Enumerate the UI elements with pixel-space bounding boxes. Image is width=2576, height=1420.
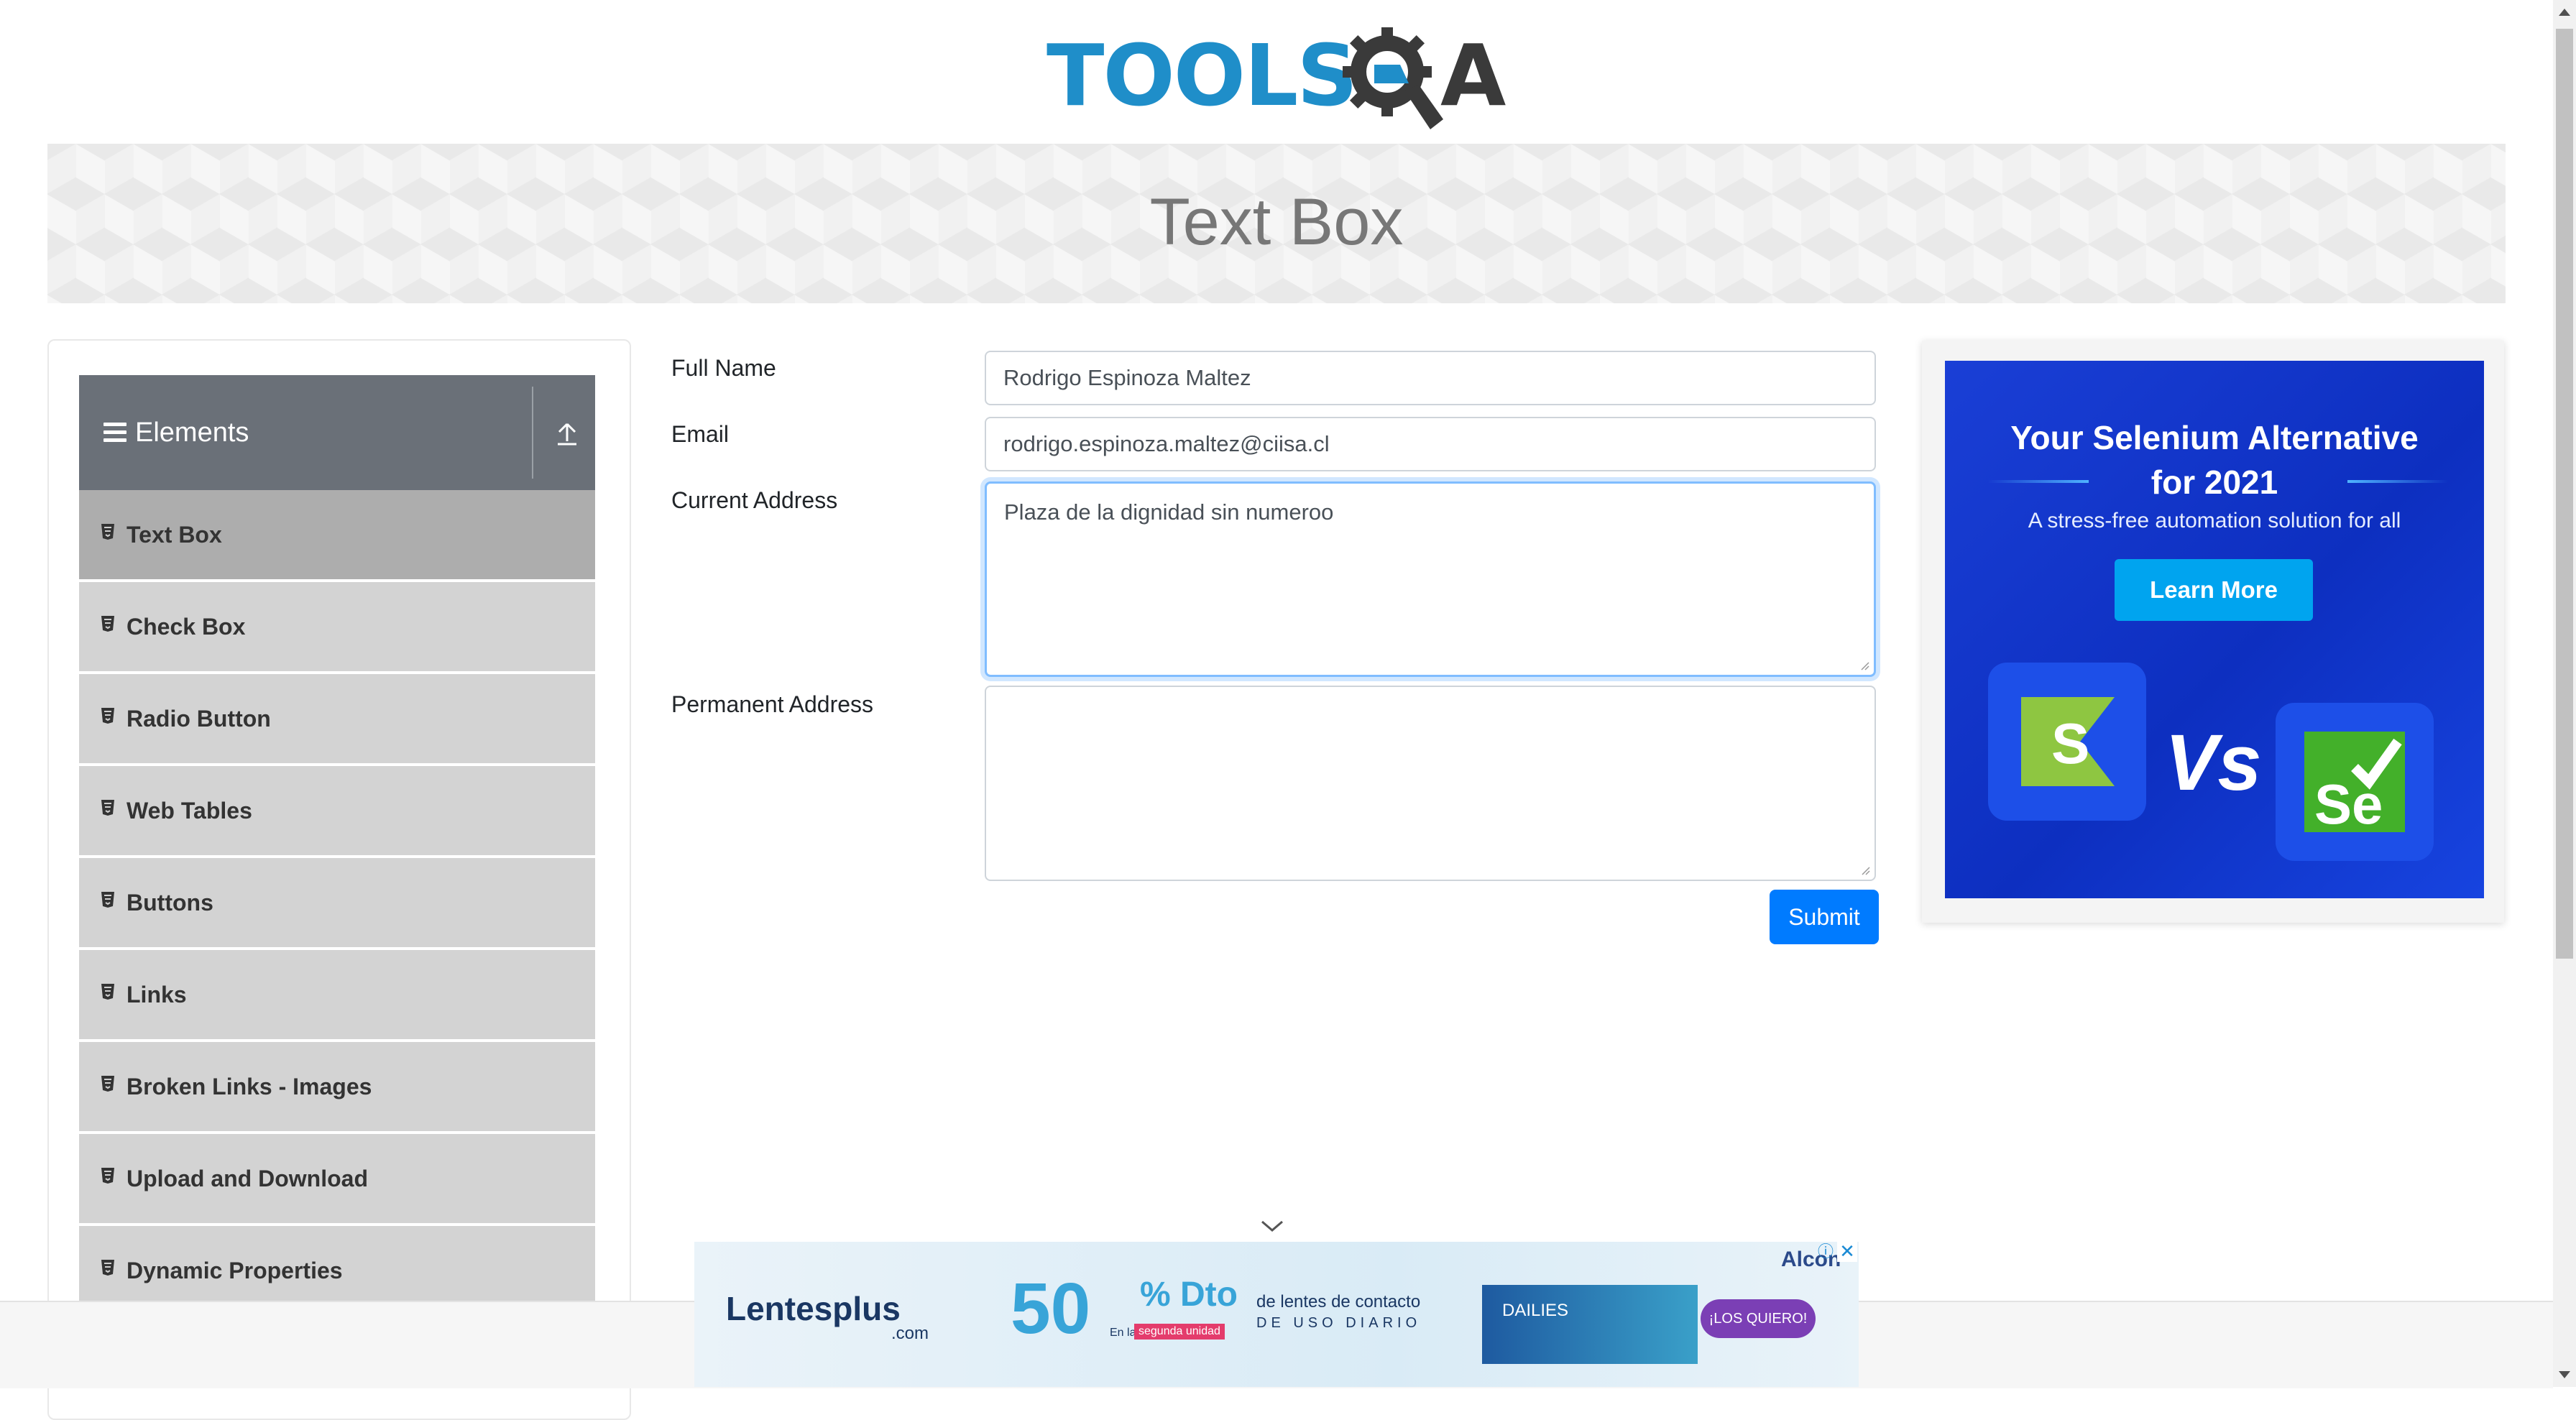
- ad-brand-suffix: .com: [891, 1324, 929, 1343]
- ad-segunda-unidad: segunda unidad: [1134, 1324, 1225, 1340]
- ad-pct-dto: % Dto: [1140, 1276, 1238, 1314]
- sidebar-item-label: Check Box: [126, 614, 246, 640]
- sidebar-item-label: Web Tables: [126, 798, 252, 824]
- chevron-down-icon[interactable]: [1259, 1217, 1285, 1235]
- full-name-label: Full Name: [671, 355, 776, 381]
- lentesplus-ad[interactable]: Lentesplus .com 50 % Dto En la segunda u…: [694, 1242, 1859, 1387]
- ad-line1: de lentes de contacto: [1256, 1292, 1421, 1311]
- sidebar-item-label: Text Box: [126, 522, 222, 548]
- sidebar-item-upload-download[interactable]: Upload and Download: [79, 1134, 595, 1226]
- resize-handle-icon[interactable]: [1859, 864, 1870, 875]
- selenium-letters: Se: [2314, 773, 2383, 836]
- current-address-textarea[interactable]: Plaza de la dignidad sin numeroo: [985, 481, 1876, 677]
- sidebar-item-web-tables[interactable]: Web Tables: [79, 766, 595, 858]
- html5-icon: [101, 708, 114, 724]
- ad-cta-button[interactable]: ¡LOS QUIERO!: [1701, 1299, 1816, 1338]
- current-address-label: Current Address: [671, 487, 838, 513]
- scroll-down-arrow-icon[interactable]: [2556, 1364, 2573, 1384]
- ad-decor-line: [1988, 480, 2089, 483]
- resize-handle-icon[interactable]: [1858, 659, 1869, 670]
- sidebar-item-label: Dynamic Properties: [126, 1258, 343, 1283]
- left-sidebar: Elements Text Box Check Box Radio Button…: [47, 339, 631, 1420]
- page-title: Text Box: [1149, 185, 1404, 259]
- ad-en-la: En la: [1110, 1327, 1136, 1339]
- ad-info-icon[interactable]: ⓘ: [1816, 1242, 1836, 1262]
- html5-icon: [101, 524, 114, 540]
- product-name: DAILIES: [1502, 1301, 1569, 1320]
- katalon-logo-icon: S: [1988, 663, 2146, 821]
- scrollbar-thumb[interactable]: [2556, 29, 2573, 959]
- sidebar-item-buttons[interactable]: Buttons: [79, 858, 595, 950]
- permanent-address-textarea[interactable]: [985, 686, 1876, 881]
- ad-headline: Your Selenium Alternative for 2021: [2010, 419, 2419, 501]
- html5-icon: [101, 1076, 114, 1092]
- html5-icon: [101, 984, 114, 1000]
- logo-text: TOOLS: [1046, 26, 1358, 125]
- hamburger-icon: [104, 423, 126, 443]
- page-banner: Text Box: [47, 144, 2506, 303]
- scroll-up-arrow-icon[interactable]: [2556, 3, 2573, 23]
- full-name-input[interactable]: Rodrigo Espinoza Maltez: [985, 351, 1876, 405]
- html5-icon: [101, 800, 114, 816]
- sidebar-item-label: Broken Links - Images: [126, 1074, 372, 1099]
- html5-icon: [101, 1168, 114, 1184]
- sidebar-item-check-box[interactable]: Check Box: [79, 582, 595, 674]
- learn-more-button[interactable]: Learn More: [2115, 559, 2313, 621]
- ad-discount: 50: [1011, 1268, 1091, 1349]
- sidebar-item-links[interactable]: Links: [79, 950, 595, 1042]
- katalon-letter: S: [2051, 711, 2089, 775]
- sidebar-item-broken-links[interactable]: Broken Links - Images: [79, 1042, 595, 1134]
- sidebar-item-label: Buttons: [126, 890, 213, 916]
- sidebar-item-label: Links: [126, 982, 187, 1008]
- ad-vs-text: Vs: [2165, 719, 2262, 807]
- ad-line2: DE USO DIARIO: [1256, 1315, 1422, 1331]
- html5-icon: [101, 1260, 114, 1276]
- sidebar-item-radio-button[interactable]: Radio Button: [79, 674, 595, 766]
- toolsqa-logo[interactable]: TOOLS A: [1046, 22, 1509, 129]
- group-title: Elements: [135, 418, 249, 448]
- submit-button[interactable]: Submit: [1770, 890, 1879, 944]
- selenium-logo-icon: Se: [2276, 703, 2434, 861]
- email-label: Email: [671, 421, 730, 447]
- ad-brand: Lentesplus: [726, 1290, 901, 1327]
- ad-close-icon[interactable]: ✕: [1837, 1242, 1857, 1262]
- sidebar-item-text-box[interactable]: Text Box: [79, 490, 595, 582]
- sidebar-item-label: Upload and Download: [126, 1166, 368, 1191]
- selenium-alternative-ad[interactable]: Your Selenium Alternative for 2021 A str…: [1945, 361, 2484, 898]
- product-box: DAILIES: [1482, 1285, 1698, 1364]
- ad-decor-line: [2347, 480, 2448, 483]
- ad-subline: A stress-free automation solution for al…: [2028, 509, 2401, 532]
- header-divider: [532, 387, 533, 479]
- collapse-up-icon[interactable]: [555, 418, 579, 447]
- permanent-address-label: Permanent Address: [671, 691, 874, 717]
- current-address-text: Plaza de la dignidad sin numeroo: [1004, 499, 1334, 525]
- html5-icon: [101, 892, 114, 908]
- gear-magnifier-icon: [1343, 27, 1443, 129]
- elements-group-header[interactable]: Elements: [79, 375, 595, 490]
- email-input[interactable]: rodrigo.espinoza.maltez@ciisa.cl: [985, 417, 1876, 471]
- html5-icon: [101, 616, 114, 632]
- logo-a: A: [1440, 26, 1506, 125]
- sidebar-item-label: Radio Button: [126, 706, 271, 732]
